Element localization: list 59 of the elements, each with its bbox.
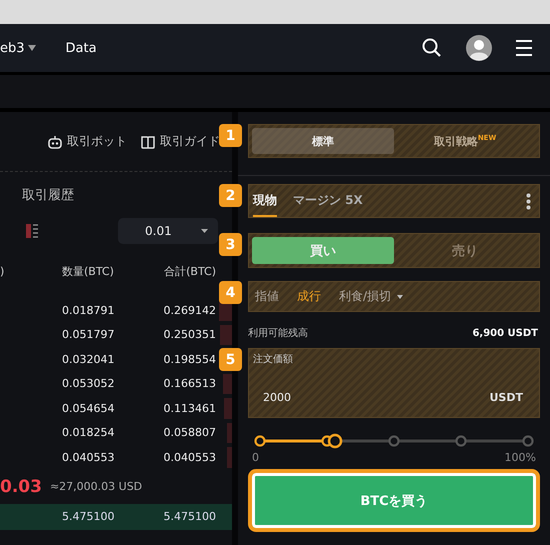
market-tab[interactable]: 現物 — [253, 186, 277, 216]
step-badge: 4 — [219, 281, 242, 304]
table-cell-text: 0.040553 — [62, 450, 116, 464]
table-cell-text: 5.475100 — [62, 510, 116, 523]
slider-thumb[interactable] — [328, 434, 342, 448]
field-label: 注文価額 — [253, 352, 294, 366]
slider-step[interactable] — [455, 435, 467, 447]
avatar-icon[interactable] — [466, 35, 492, 61]
mode-tab[interactable]: 取引戦略$^{NEW}$ — [394, 128, 536, 154]
slider-label: 0 — [252, 451, 259, 464]
table-cell-text: 0.032041 — [62, 352, 116, 366]
slider-step[interactable] — [254, 435, 266, 447]
amount-field[interactable]: 2000 USDT — [253, 382, 535, 412]
table-cell-text: 0.054654 — [62, 402, 116, 415]
nav-link[interactable]: Data — [66, 40, 97, 56]
table-cell-text: 0.269142 — [162, 304, 216, 317]
table-cell-text: 0.018254 — [62, 426, 116, 440]
more-icon[interactable] — [526, 192, 531, 210]
table-cell-text: 0.250351 — [162, 328, 216, 342]
column-header: 数量(BTC) — [62, 264, 115, 278]
table-cell-text: 0.040553 — [162, 450, 216, 464]
robot-icon — [48, 134, 62, 148]
column-header: ) — [0, 264, 6, 278]
trade-history-tab[interactable]: 取引履歴 — [22, 186, 74, 204]
menu-icon[interactable] — [516, 40, 532, 56]
table-cell-text: 0.053052 — [62, 377, 116, 390]
order-type-tab[interactable]: 指値 — [255, 288, 279, 305]
slider-step[interactable] — [522, 435, 534, 447]
slider-label: 100% — [504, 451, 536, 464]
table-cell-text: 5.475100 — [162, 510, 216, 523]
table-cell-text: 0.018791 — [62, 304, 116, 317]
toolbar-link[interactable]: 取引ボット — [48, 133, 127, 150]
step-badge: 2 — [219, 184, 242, 207]
last-price: 0.03 — [0, 476, 42, 496]
order-type-tab[interactable]: 成行 — [297, 288, 321, 305]
table-cell-text: 0.166513 — [162, 377, 216, 390]
column-header: 合計(BTC) — [163, 264, 216, 278]
side-tab[interactable]: 売り — [394, 237, 536, 264]
book-icon — [141, 134, 155, 148]
market-tab[interactable]: マージン 5X — [293, 186, 363, 216]
table-cell-text: 0.051797 — [62, 328, 116, 342]
search-icon[interactable] — [422, 38, 442, 58]
order-book-sells-icon — [26, 224, 38, 238]
order-type-tab[interactable]: 利食/損切 — [339, 288, 404, 305]
caret-icon — [201, 229, 208, 233]
table-cell-text: 0.113461 — [162, 402, 216, 415]
balance-value: 6,900 USDT — [472, 328, 538, 338]
toolbar-link[interactable]: 取引ガイド — [141, 133, 220, 150]
balance-label: 利用可能残高 — [248, 326, 308, 340]
mode-tab[interactable]: 標準 — [252, 128, 394, 154]
step-badge: 3 — [219, 233, 242, 256]
precision-dropdown[interactable]: 0.01 — [118, 218, 218, 244]
step-badge: 1 — [219, 124, 242, 147]
table-cell-text: 0.198554 — [162, 352, 216, 366]
usd-price: ≈27,000.03 USD — [50, 480, 142, 493]
slider-step[interactable] — [388, 435, 400, 447]
step-badge: 5 — [219, 348, 242, 371]
nav-link[interactable]: eb3 — [0, 40, 36, 56]
table-cell-text: 0.058807 — [162, 426, 216, 440]
